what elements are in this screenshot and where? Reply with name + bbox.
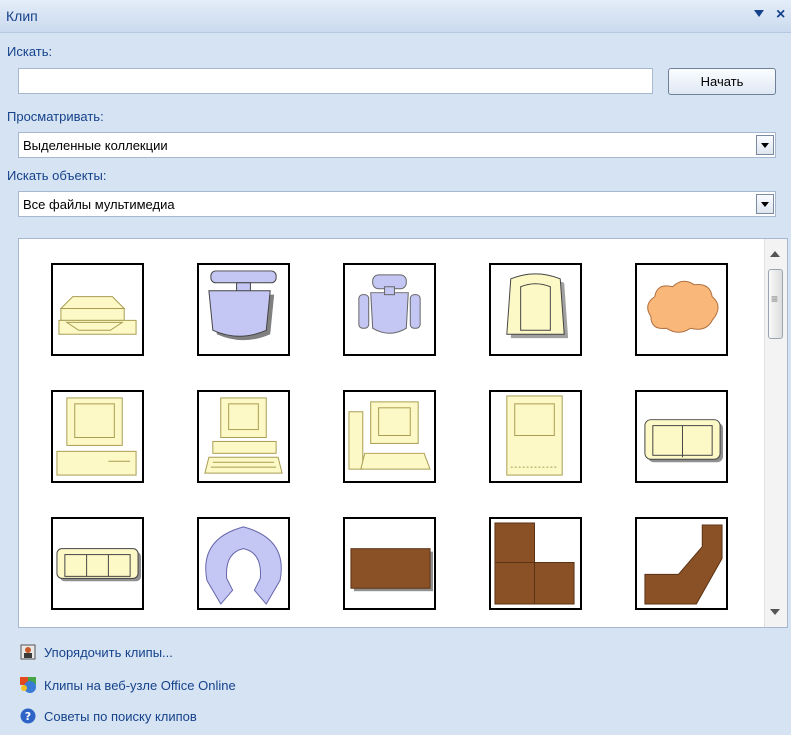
office-online-link[interactable]: Клипы на веб-узле Office Online [20,677,236,693]
clip-gallery [18,238,788,628]
computer-keyboard-icon [204,397,283,474]
clip-office-chair[interactable] [343,263,436,356]
search-label: Искать: [7,44,53,59]
organize-clips-icon [20,644,36,660]
l-desk-icon [494,522,575,605]
scroll-up-icon[interactable] [770,251,780,257]
clip-l-desk[interactable] [489,517,582,610]
computer-desktop-icon [56,397,137,476]
browse-select-value: Выделенные коллекции [23,138,168,153]
media-type-select[interactable]: Все файлы мультимедиа [18,191,776,217]
clip-sofa[interactable] [51,517,144,610]
chevron-down-icon[interactable] [756,135,774,155]
clip-armchair[interactable] [489,263,582,356]
search-input[interactable] [18,68,653,94]
clip-computer-keyboard[interactable] [197,390,290,483]
gallery-scrollbar[interactable] [764,239,787,627]
organize-clips-label: Упорядочить клипы... [44,645,173,660]
ring-shape-icon [205,526,282,605]
scroll-down-icon[interactable] [770,609,780,615]
clip-angled-desk[interactable] [635,517,728,610]
help-icon: ? [20,708,36,724]
organize-clips-link[interactable]: Упорядочить клипы... [20,644,173,660]
clip-scanner[interactable] [51,263,144,356]
mac-computer-icon [506,395,563,476]
armchair-icon [506,273,569,339]
search-tips-label: Советы по поиску клипов [44,709,197,724]
close-icon[interactable]: × [776,6,785,24]
start-search-button[interactable]: Начать [668,68,776,95]
office-chair-icon [358,274,421,334]
angled-desk-icon [644,524,723,605]
browse-collections-select[interactable]: Выделенные коллекции [18,132,776,158]
pane-options-dropdown-icon[interactable] [754,10,764,17]
clip-computer-desktop[interactable] [51,390,144,483]
media-type-select-value: Все файлы мультимедиа [23,197,175,212]
office-online-label: Клипы на веб-узле Office Online [44,678,236,693]
task-pane-titlebar: Клип × [0,0,791,33]
clip-rectangle-table[interactable] [343,517,436,610]
sofa-icon [56,548,142,582]
scrollbar-thumb[interactable] [768,269,783,339]
rectangle-table-icon [350,548,434,592]
clip-loveseat[interactable] [635,390,728,483]
browse-label: Просматривать: [7,109,104,124]
chair-top-icon [208,270,277,341]
loveseat-icon [644,419,724,463]
clip-ring-shape[interactable] [197,517,290,610]
search-tips-link[interactable]: ? Советы по поиску клипов [20,708,197,724]
computer-tower-icon [348,401,431,470]
clip-mac-computer[interactable] [489,390,582,483]
scanner-icon [58,296,137,335]
clip-computer-tower[interactable] [343,390,436,483]
cloud-icon [647,280,719,333]
clip-chair-top[interactable] [197,263,290,356]
svg-text:?: ? [25,710,31,723]
clip-cloud[interactable] [635,263,728,356]
globe-icon [20,677,36,693]
pane-title: Клип [6,8,38,24]
objects-label: Искать объекты: [7,168,107,183]
chevron-down-icon[interactable] [756,194,774,214]
